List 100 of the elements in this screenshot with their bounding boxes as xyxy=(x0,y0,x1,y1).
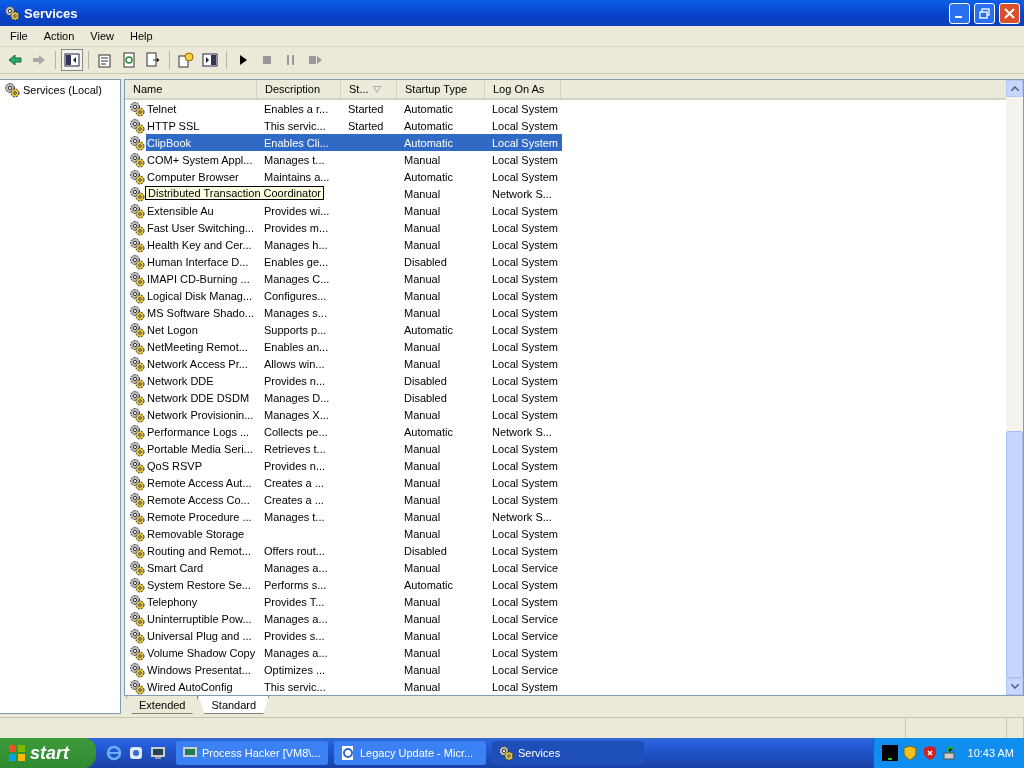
selected-row[interactable]: ClipBook Enables Cli... Automatic Local System xyxy=(146,134,562,151)
network-icon xyxy=(941,745,958,761)
help-button[interactable] xyxy=(175,49,197,71)
table-cell-text: Manual xyxy=(403,595,442,608)
menu-item[interactable]: Help xyxy=(121,30,161,42)
table-cell-text: Creates a ... xyxy=(263,476,325,489)
table-cell-text: Manual xyxy=(403,340,442,353)
browser-icon xyxy=(106,745,122,761)
table-cell-text: Network Access Pr... xyxy=(146,357,249,370)
table-cell-text: Disabled xyxy=(403,544,448,557)
tree-item[interactable]: Services (Local) xyxy=(23,84,102,96)
column-header[interactable]: St... xyxy=(341,80,397,100)
gear-icon xyxy=(129,491,145,508)
taskbar-button[interactable]: Process Hacker [VM8\... xyxy=(176,741,328,765)
table-cell-text: Provides T... xyxy=(263,595,326,608)
table-cell-text: This servic... xyxy=(263,119,327,132)
table-cell-text: ClipBook xyxy=(146,136,193,149)
table-cell-text: Manages X... xyxy=(263,408,330,421)
table-cell-text: Local System xyxy=(491,595,560,608)
back-arrow-icon xyxy=(8,54,22,66)
table-cell-text: Local System xyxy=(491,323,560,336)
table-cell-text: Automatic xyxy=(403,119,454,132)
table-cell-text: Enables ge... xyxy=(263,255,330,268)
browser-icon xyxy=(340,745,356,761)
table-cell-text: Local System xyxy=(491,527,560,540)
menu-item[interactable]: File xyxy=(2,30,36,42)
table-cell-text: Manages t... xyxy=(263,510,326,523)
gear-icon xyxy=(129,423,145,440)
gear-icon xyxy=(129,185,145,202)
panes-icon xyxy=(202,52,218,68)
table-cell-text: Manages a... xyxy=(263,646,329,659)
table-cell-text: Manual xyxy=(403,646,442,659)
table-cell-text: Local System xyxy=(491,408,560,421)
table-cell-text: NetMeeting Remot... xyxy=(146,340,249,353)
table-cell-text: Provides m... xyxy=(263,221,330,234)
gear-icon xyxy=(129,440,145,457)
gear-icon xyxy=(129,559,145,576)
table-cell-text: Retrieves t... xyxy=(263,442,327,455)
table-cell-text: Configures... xyxy=(263,289,328,302)
table-cell-text: Manages s... xyxy=(263,306,328,319)
table-cell-text: Telephony xyxy=(146,595,199,608)
restore-button[interactable] xyxy=(974,2,995,24)
table-cell-text: Local System xyxy=(491,493,560,506)
table-cell-text: Manual xyxy=(403,204,442,217)
gear-icon xyxy=(129,525,145,542)
table-cell-text: Local Service xyxy=(491,663,560,676)
table-cell-text: Automatic xyxy=(403,170,454,183)
menu-item[interactable]: Action xyxy=(35,30,83,42)
table-cell-text: Automatic xyxy=(403,323,454,336)
table-cell-text: Network S... xyxy=(491,187,553,200)
export-icon xyxy=(145,52,161,68)
restore-icon xyxy=(979,7,990,19)
table-cell-text: Offers rout... xyxy=(263,544,326,557)
table-cell-text: Manual xyxy=(403,153,442,166)
column-header[interactable]: Log On As xyxy=(485,80,561,100)
table-cell-text: Manual xyxy=(403,408,442,421)
column-header[interactable]: Startup Type xyxy=(397,80,485,100)
table-cell-text: Remote Procedure ... xyxy=(146,510,253,523)
gear-icon xyxy=(129,389,145,406)
table-cell-text: Routing and Remot... xyxy=(146,544,252,557)
view-tab[interactable]: Extended xyxy=(126,696,199,714)
table-cell-text: Performs s... xyxy=(263,578,328,591)
table-cell-text: Manual xyxy=(403,476,442,489)
table-cell-text: Manual xyxy=(403,221,442,234)
minimize-icon xyxy=(955,16,962,18)
taskbar-button[interactable]: Services xyxy=(492,741,644,765)
show-tree-button[interactable] xyxy=(61,49,83,71)
table-cell-text: Performance Logs ... xyxy=(146,425,251,438)
table-cell-text: Manual xyxy=(403,612,442,625)
table-cell-text: Automatic xyxy=(403,136,454,149)
table-cell-text: Local System xyxy=(491,170,560,183)
table-cell-text: Manual xyxy=(403,680,442,693)
gear-icon xyxy=(129,644,145,661)
table-cell-text: Extensible Au xyxy=(146,204,215,217)
table-cell-text: Fast User Switching... xyxy=(146,221,255,234)
table-cell-text: Manual xyxy=(403,306,442,319)
gear-icon xyxy=(129,457,145,474)
scrollbar[interactable] xyxy=(1006,80,1023,695)
start-button[interactable]: start xyxy=(0,738,96,768)
table-cell-text: Local Service xyxy=(491,612,560,625)
table-cell-text: Portable Media Seri... xyxy=(146,442,254,455)
gear-icon xyxy=(129,134,145,151)
table-cell-text: Enables Cli... xyxy=(263,136,330,149)
gear-icon xyxy=(129,627,145,644)
table-cell-text: Creates a ... xyxy=(263,493,325,506)
table-cell-text: Enables a r... xyxy=(263,102,330,115)
column-header[interactable]: Name xyxy=(125,80,257,100)
view-tab[interactable]: Standard xyxy=(198,696,270,714)
minimize-button[interactable] xyxy=(949,2,970,24)
close-button[interactable] xyxy=(999,2,1020,24)
table-cell-text: Local Service xyxy=(491,629,560,642)
column-header[interactable]: Description xyxy=(257,80,341,100)
gear-icon xyxy=(498,745,514,761)
menu-item[interactable]: View xyxy=(82,30,122,42)
table-cell-text: Manual xyxy=(403,629,442,642)
gear-icon xyxy=(129,100,145,117)
table-cell-text: Network DDE xyxy=(146,374,215,387)
table-cell-text: Maintains a... xyxy=(263,170,331,183)
taskbar-button[interactable]: Legacy Update - Micr... xyxy=(334,741,486,765)
gear-icon xyxy=(129,508,145,525)
